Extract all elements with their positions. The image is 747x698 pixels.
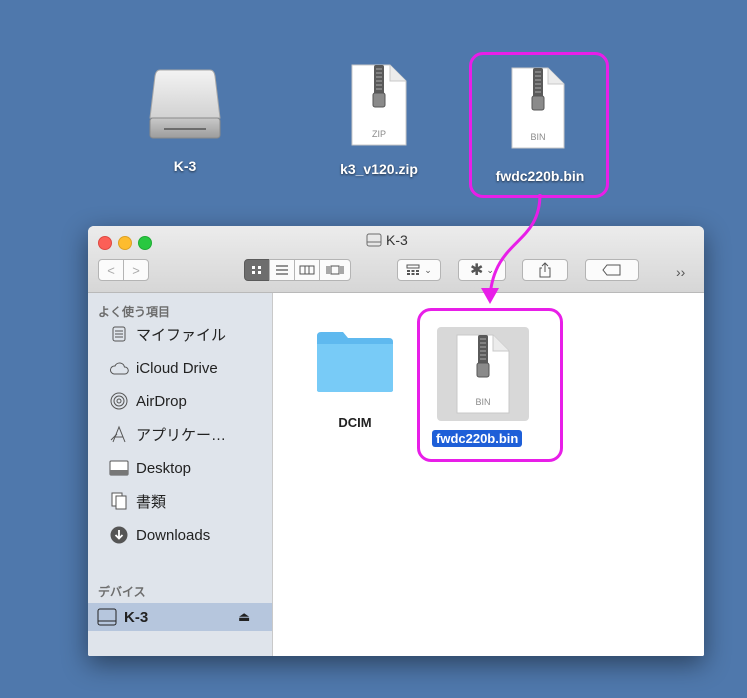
title-bar: K-3 < > ⌄ ✱ ⌄ ›› [88,226,704,293]
desktop-highlight-box [469,52,609,198]
sidebar-item-applications[interactable]: アプリケー… [88,419,272,449]
share-button[interactable] [522,259,568,281]
sidebar-item-downloads[interactable]: Downloads [88,520,272,550]
sidebar-item-label: iCloud Drive [136,359,218,377]
column-view-button[interactable] [294,259,320,281]
svg-text:ZIP: ZIP [372,129,386,139]
sidebar-item-desktop[interactable]: Desktop [88,453,272,483]
chevron-down-icon: ⌄ [424,264,432,275]
sidebar-item-label: AirDrop [136,392,187,410]
sidebar-item-label: Downloads [136,526,211,544]
gear-icon: ✱ [470,262,484,279]
cloud-icon [108,357,130,379]
grid-icon [252,266,261,274]
drive-icon [96,606,118,628]
back-button[interactable]: < [98,259,124,281]
sidebar-item-label: アプリケー… [136,426,227,444]
desktop-drive-k3[interactable] [148,68,222,142]
sidebar-item-documents[interactable]: 書類 [88,486,272,516]
icon-view-button[interactable] [244,259,270,281]
sidebar-item-label: 書類 [136,493,167,511]
drive-title-icon [366,233,382,247]
list-view-button[interactable] [269,259,295,281]
applications-icon [108,423,130,445]
zoom-button[interactable] [138,236,152,250]
sidebar-item-airdrop[interactable]: AirDrop [88,386,272,416]
eject-icon[interactable]: ⏏ [238,609,250,625]
arrange-icon [406,264,420,275]
arrange-button[interactable]: ⌄ [397,259,441,281]
action-button[interactable]: ✱ ⌄ [458,259,506,281]
favorites-header: よく使う項目 [98,305,171,319]
airdrop-icon [108,390,130,412]
external-drive-icon [149,69,221,139]
desktop-zip-file[interactable]: ZIP [350,63,408,147]
my-files-icon [108,323,130,345]
coverflow-icon [326,265,344,275]
zip-file-icon: ZIP [351,64,407,146]
sidebar: よく使う項目 マイファイル iCloud Drive AirDrop アプリケー… [88,293,273,656]
tag-icon [602,264,621,276]
close-button[interactable] [98,236,112,250]
finder-window: K-3 < > ⌄ ✱ ⌄ ›› よく使う項目 マイファイル iCloud Dr… [88,226,704,656]
columns-icon [299,265,315,275]
coverflow-view-button[interactable] [319,259,351,281]
desktop-icon [108,457,130,479]
toolbar-overflow-button[interactable]: ›› [676,264,685,280]
folder-dcim-label: DCIM [338,415,372,430]
devices-header: デバイス [98,585,146,599]
sidebar-item-label: K-3 [124,608,149,626]
sidebar-item-k3[interactable]: K-3 ⏏ [88,603,272,631]
list-icon [276,265,288,275]
tag-button[interactable] [585,259,639,281]
share-icon [539,262,551,278]
sidebar-item-icloud-drive[interactable]: iCloud Drive [88,353,272,383]
chevron-down-icon: ⌄ [486,264,494,275]
desktop-zip-label: k3_v120.zip [340,161,418,177]
sidebar-item-label: Desktop [136,459,192,477]
sidebar-item-label: マイファイル [136,326,227,344]
window-title: K-3 [366,232,408,248]
downloads-icon [108,524,130,546]
sidebar-item-my-files[interactable]: マイファイル [88,319,272,349]
desktop-drive-label: K-3 [173,158,197,174]
window-highlight-box [417,308,563,462]
documents-icon [108,490,130,512]
minimize-button[interactable] [118,236,132,250]
folder-dcim[interactable] [315,328,395,394]
folder-icon [317,332,393,392]
forward-button[interactable]: > [123,259,149,281]
